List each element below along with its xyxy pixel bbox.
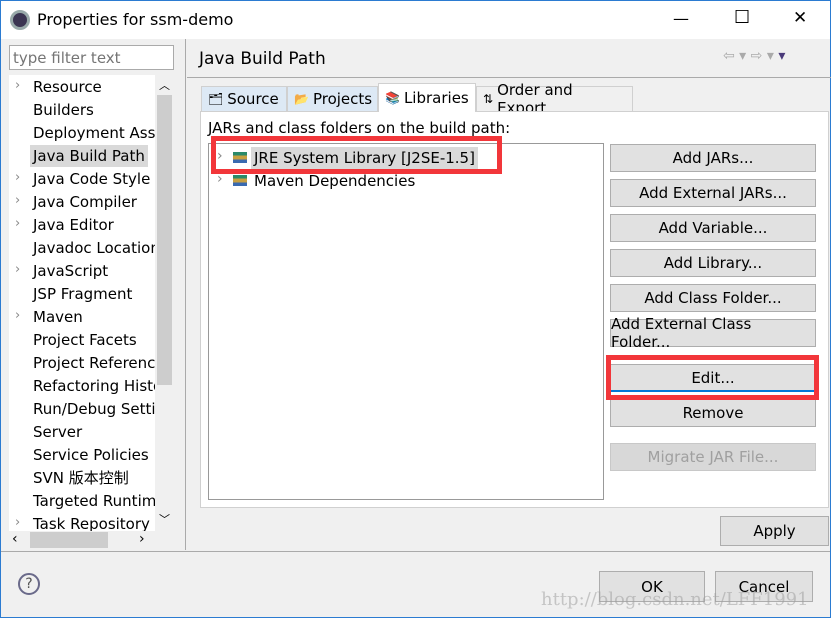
add-variable-button[interactable]: Add Variable... <box>610 214 816 242</box>
sidebar-item[interactable]: JSP Fragment <box>33 283 132 305</box>
sidebar-item[interactable]: Java Build Path <box>30 145 148 167</box>
vertical-scrollbar[interactable]: ︿ ﹀ <box>155 75 174 531</box>
add-jars-button[interactable]: Add JARs... <box>610 144 816 172</box>
sidebar-item[interactable]: Project Facets <box>33 329 137 351</box>
scrollbar-thumb[interactable] <box>157 95 172 385</box>
add-class-folder-button[interactable]: Add Class Folder... <box>610 284 816 312</box>
tab-order-and-export[interactable]: ⇅ Order and Export <box>476 81 633 117</box>
sidebar-item[interactable]: Java Code Style <box>33 168 150 190</box>
sidebar-item[interactable]: Maven <box>33 306 83 328</box>
tab-source[interactable]: 🗂 Source <box>201 86 287 112</box>
title-bar: Properties for ssm-demo — ☐ ✕ <box>1 1 830 39</box>
nav-arrows[interactable]: ⇦ ▾ ⇨ ▾ ▾ <box>723 48 785 64</box>
sidebar-item[interactable]: Service Policies <box>33 444 149 466</box>
migrate-jar-file-button[interactable]: Migrate JAR File... <box>610 443 816 471</box>
sidebar-item[interactable]: Targeted Runtimes <box>33 490 173 512</box>
tab-projects[interactable]: 📂 Projects <box>287 86 378 112</box>
expand-arrow-icon[interactable]: › <box>15 262 20 277</box>
hscroll-thumb[interactable] <box>30 532 108 548</box>
sidebar-item[interactable]: Builders <box>33 99 94 121</box>
window-title: Properties for ssm-demo <box>37 10 234 29</box>
footer-divider <box>1 551 830 552</box>
sidebar-item[interactable]: Java Compiler <box>33 191 137 213</box>
filter-input[interactable] <box>9 45 174 70</box>
sidebar-tree: ›ResourceBuildersDeployment AssemblyJava… <box>9 75 174 549</box>
tab-label: Source <box>227 90 279 108</box>
expand-arrow-icon[interactable]: › <box>15 308 20 323</box>
sidebar-item[interactable]: JavaScript <box>33 260 108 282</box>
minimize-button[interactable]: — <box>673 9 689 28</box>
expand-arrow-icon[interactable]: › <box>15 216 20 231</box>
expand-arrow-icon[interactable]: › <box>15 170 20 185</box>
remove-button[interactable]: Remove <box>610 399 816 427</box>
expand-arrow-icon[interactable]: › <box>15 78 20 93</box>
highlight-box-edit <box>606 355 819 400</box>
tab-icon: 📂 <box>294 92 309 106</box>
expand-arrow-icon[interactable]: › <box>15 515 20 530</box>
build-path-tree[interactable]: › JRE System Library [J2SE-1.5] › Maven Dep… <box>208 143 604 500</box>
highlight-box-jre <box>211 136 502 174</box>
sidebar-item[interactable]: Refactoring History <box>33 375 174 397</box>
expand-arrow-icon[interactable]: › <box>15 193 20 208</box>
add-external-jars-button[interactable]: Add External JARs... <box>610 179 816 207</box>
scroll-down-icon[interactable]: ﹀ <box>159 511 170 527</box>
library-icon <box>233 175 247 186</box>
header-divider <box>187 77 831 78</box>
add-external-class-folder-button[interactable]: Add External Class Folder... <box>610 315 816 351</box>
watermark: http://blog.csdn.net/LFF1991 <box>541 589 809 610</box>
add-library-button[interactable]: Add Library... <box>610 249 816 277</box>
tab-icon: ⇅ <box>483 92 494 106</box>
help-icon[interactable]: ? <box>18 573 40 595</box>
maximize-button[interactable]: ☐ <box>734 7 750 28</box>
tab-label: Projects <box>312 90 373 108</box>
properties-dialog: Properties for ssm-demo — ☐ ✕ › ResourceB… <box>0 0 831 618</box>
apply-button[interactable]: Apply <box>720 516 829 546</box>
sidebar-item[interactable]: Server <box>33 421 82 443</box>
sidebar-item[interactable]: Java Editor <box>33 214 114 236</box>
sidebar-item[interactable]: SVN 版本控制 <box>33 467 129 489</box>
tab-label: Libraries <box>403 89 469 107</box>
tab-libraries[interactable]: 📚 Libraries <box>378 83 476 112</box>
sidebar-item[interactable]: Javadoc Location <box>33 237 160 259</box>
scroll-up-icon[interactable]: ︿ <box>159 77 170 93</box>
tab-icon: 📚 <box>385 91 400 105</box>
sidebar-item[interactable]: Run/Debug Settings <box>33 398 174 420</box>
eclipse-icon <box>10 10 30 30</box>
sidebar-item[interactable]: Resource <box>33 76 102 98</box>
horizontal-scrollbar[interactable]: ‹ › <box>9 531 174 549</box>
list-label: JARs and class folders on the build path… <box>208 119 511 137</box>
sidebar-item[interactable]: Project References <box>33 352 172 374</box>
sidebar-item[interactable]: Deployment Assembly <box>33 122 174 144</box>
scroll-left-icon[interactable]: ‹ <box>12 531 18 547</box>
close-button[interactable]: ✕ <box>793 8 807 28</box>
tab-icon: 🗂 <box>208 92 224 106</box>
page-title: Java Build Path <box>199 49 326 69</box>
splitter[interactable] <box>185 39 186 550</box>
scroll-right-icon[interactable]: › <box>139 531 145 547</box>
